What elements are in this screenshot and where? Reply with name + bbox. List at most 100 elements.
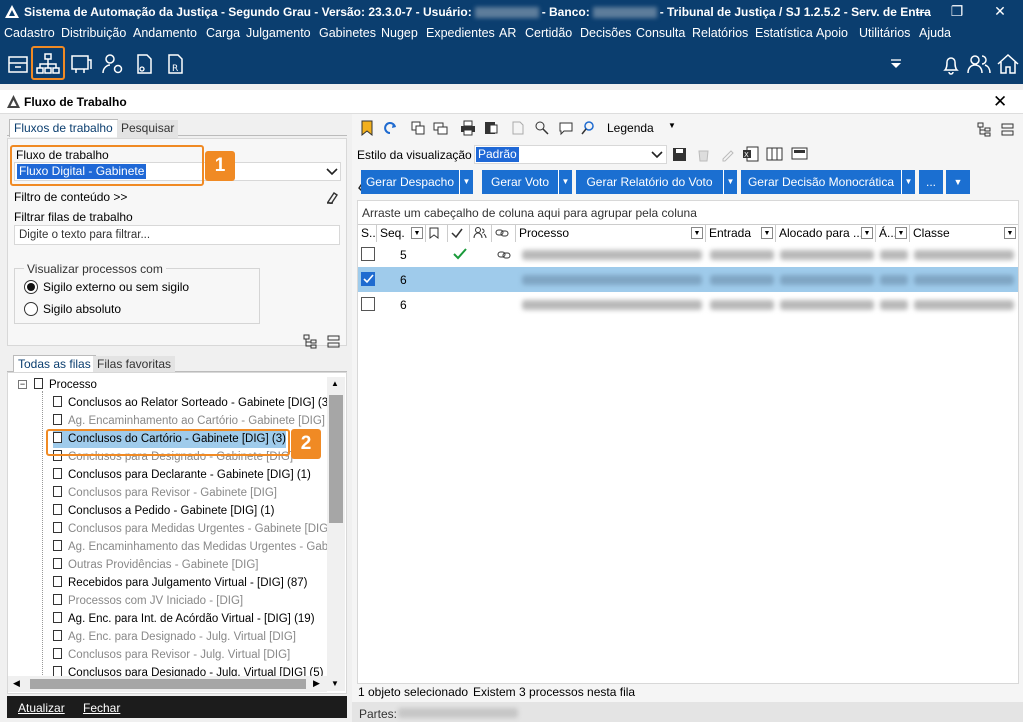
- tree-item[interactable]: Ag. Encaminhamento ao Cartório - Gabinet…: [53, 412, 325, 430]
- gerar-despacho-button[interactable]: Gerar Despacho: [361, 170, 459, 194]
- scroll-down-icon[interactable]: ▼: [331, 679, 339, 688]
- menu-consulta[interactable]: Consulta: [636, 26, 685, 40]
- col-area[interactable]: Á... ▼: [876, 225, 910, 242]
- gerar-decisao-button[interactable]: Gerar Decisão Monocrática: [741, 170, 901, 194]
- col-bookmark[interactable]: [426, 225, 448, 242]
- col-classe[interactable]: Classe ▼: [910, 225, 1018, 242]
- row-checkbox[interactable]: [361, 297, 375, 311]
- tab-pesquisar[interactable]: Pesquisar: [117, 120, 179, 138]
- tree-item[interactable]: Conclusos ao Relator Sorteado - Gabinete…: [53, 394, 328, 412]
- tree-item[interactable]: Conclusos para Revisor - Julg. Virtual […: [53, 646, 290, 664]
- users-icon[interactable]: [965, 50, 993, 78]
- menu-apoio[interactable]: Apoio: [816, 26, 848, 40]
- trash-icon[interactable]: [696, 147, 711, 162]
- col-area-filter[interactable]: ▼: [895, 227, 907, 239]
- windows-icon[interactable]: [432, 120, 448, 136]
- workflow-icon[interactable]: [34, 50, 62, 78]
- menu-cadastro[interactable]: Cadastro: [4, 26, 55, 40]
- scroll-thumb[interactable]: [329, 395, 343, 523]
- legenda-dropdown-icon[interactable]: ▼: [668, 121, 676, 130]
- menu-carga[interactable]: Carga: [206, 26, 240, 40]
- menu-estatistica[interactable]: Estatística: [755, 26, 813, 40]
- menu-nugep[interactable]: Nugep: [381, 26, 418, 40]
- col-processo-filter[interactable]: ▼: [691, 227, 703, 239]
- tree-item[interactable]: Conclusos para Declarante - Gabinete [DI…: [53, 466, 311, 484]
- estilo-select[interactable]: Padrão: [474, 145, 667, 164]
- document-r-icon[interactable]: R: [161, 50, 189, 78]
- table-row[interactable]: 6: [358, 292, 1018, 317]
- menu-andamento[interactable]: Andamento: [133, 26, 197, 40]
- col-seq-filter[interactable]: ▼: [411, 227, 423, 239]
- atualizar-button[interactable]: Atualizar: [18, 701, 65, 715]
- gerar-relatorio-button[interactable]: Gerar Relatório do Voto: [576, 170, 723, 194]
- tree-item[interactable]: Outras Providências - Gabinete [DIG]: [53, 556, 258, 574]
- eraser-icon[interactable]: [325, 189, 340, 204]
- table-row-selected[interactable]: 6: [358, 267, 1018, 292]
- tab-fluxos[interactable]: Fluxos de trabalho: [9, 119, 118, 137]
- radio-sigilo-absoluto[interactable]: [24, 302, 38, 316]
- tree-item[interactable]: Ag. Enc. para Designado - Julg. Virtual …: [53, 628, 296, 646]
- menu-relatorios[interactable]: Relatórios: [692, 26, 748, 40]
- print-preview-icon[interactable]: [483, 120, 499, 136]
- close-window-button[interactable]: ✕: [980, 0, 1020, 23]
- fechar-button[interactable]: Fechar: [83, 701, 120, 715]
- screen-icon[interactable]: [67, 50, 95, 78]
- col-entrada[interactable]: Entrada ▼: [706, 225, 776, 242]
- user-settings-icon[interactable]: [99, 50, 127, 78]
- tree-item[interactable]: Conclusos a Pedido - Gabinete [DIG] (1): [53, 502, 274, 520]
- home-icon[interactable]: [994, 50, 1022, 78]
- tree-scrollbar[interactable]: ▲ ▼: [327, 377, 345, 691]
- col-users[interactable]: [470, 225, 492, 242]
- menu-expedientes[interactable]: Expedientes: [426, 26, 495, 40]
- edit-icon[interactable]: [720, 147, 735, 162]
- grid-expand-icon[interactable]: [977, 122, 992, 137]
- menu-distribuicao[interactable]: Distribuição: [61, 26, 126, 40]
- excel-icon[interactable]: X: [742, 146, 759, 162]
- more-button[interactable]: ...: [919, 170, 943, 194]
- dropdown-arrow-icon[interactable]: [882, 50, 910, 78]
- tree-item[interactable]: Recebidos para Julgamento Virtual - [DIG…: [53, 574, 307, 592]
- restore-button[interactable]: ❐: [937, 0, 977, 23]
- row-checkbox[interactable]: [361, 247, 375, 261]
- bell-icon[interactable]: [937, 50, 965, 78]
- tree-item[interactable]: Conclusos para Revisor - Gabinete [DIG]: [53, 484, 277, 502]
- menu-julgamento[interactable]: Julgamento: [246, 26, 311, 40]
- scroll-left-icon[interactable]: ◀: [13, 678, 20, 689]
- tree-root[interactable]: Processo: [34, 376, 97, 394]
- gerar-despacho-dropdown[interactable]: ▼: [459, 170, 473, 194]
- col-entrada-filter[interactable]: ▼: [761, 227, 773, 239]
- col-processo[interactable]: Processo ▼: [516, 225, 706, 242]
- menu-decisoes[interactable]: Decisões: [580, 26, 631, 40]
- filtrar-input[interactable]: Digite o texto para filtrar...: [14, 225, 340, 245]
- col-alocado-filter[interactable]: ▼: [861, 227, 873, 239]
- col-link[interactable]: [492, 225, 516, 242]
- tree-collapse-icon[interactable]: [326, 334, 341, 349]
- layout-icon[interactable]: [791, 146, 808, 162]
- tree-collapse-toggle[interactable]: −: [18, 380, 27, 389]
- gerar-decisao-dropdown[interactable]: ▼: [901, 170, 915, 194]
- document-icon[interactable]: [130, 50, 158, 78]
- drawer-icon[interactable]: [4, 50, 32, 78]
- col-alocado[interactable]: Alocado para ... ▼: [776, 225, 876, 242]
- search-user-icon[interactable]: [533, 120, 551, 136]
- scroll-up-icon[interactable]: ▲: [331, 379, 339, 388]
- col-check[interactable]: [448, 225, 470, 242]
- col-classe-filter[interactable]: ▼: [1004, 227, 1016, 239]
- export-icon[interactable]: [510, 120, 526, 136]
- tree-item[interactable]: Ag. Enc. para Int. de Acórdão Virtual - …: [53, 610, 315, 628]
- tree-hscrollbar[interactable]: ◀ ▶: [8, 676, 327, 692]
- overflow-dropdown-button[interactable]: ▼: [946, 170, 970, 194]
- bookmark-icon[interactable]: [360, 120, 374, 136]
- col-s[interactable]: S...: [358, 225, 377, 242]
- tree-expand-icon[interactable]: [303, 334, 318, 349]
- grid-collapse-icon[interactable]: [1000, 122, 1015, 137]
- menu-ajuda[interactable]: Ajuda: [919, 26, 951, 40]
- filtro-conteudo-link[interactable]: Filtro de conteúdo >>: [14, 190, 127, 204]
- pin-icon[interactable]: [580, 120, 596, 136]
- menu-certidao[interactable]: Certidão: [525, 26, 572, 40]
- gerar-voto-dropdown[interactable]: ▼: [558, 170, 572, 194]
- menu-ar[interactable]: AR: [499, 26, 516, 40]
- row-checkbox-checked[interactable]: [361, 272, 375, 286]
- copy-icon[interactable]: [410, 120, 426, 136]
- gerar-relatorio-dropdown[interactable]: ▼: [723, 170, 737, 194]
